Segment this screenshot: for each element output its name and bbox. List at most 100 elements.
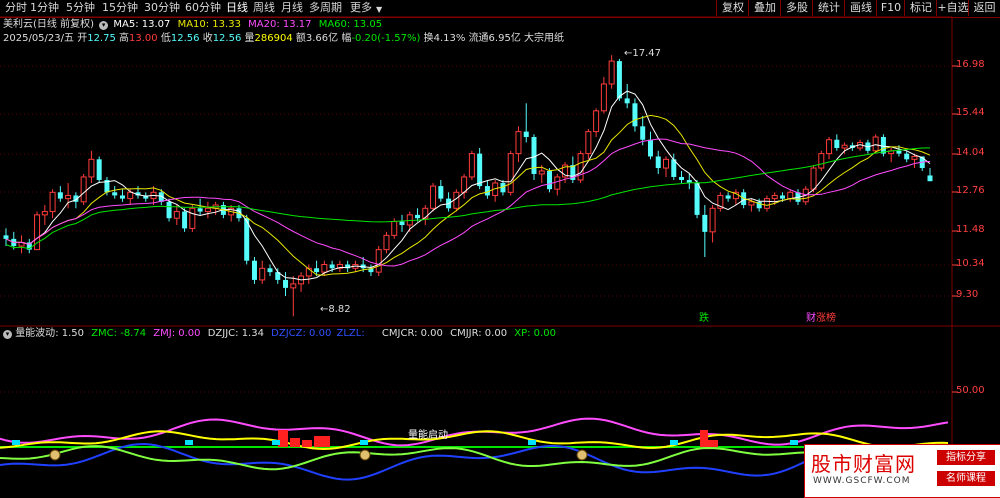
signal-marker	[670, 440, 678, 445]
candle-body	[725, 195, 731, 199]
candle-body	[251, 260, 257, 280]
candle-body	[314, 268, 320, 273]
candle-body	[259, 267, 266, 281]
signal-marker	[360, 440, 368, 445]
candle-body	[391, 221, 398, 236]
candle-body	[694, 183, 700, 215]
high-value: 13.00	[129, 33, 158, 44]
candle-body	[461, 176, 468, 193]
indicator-name: 量能波动	[15, 328, 56, 339]
ma10-value: MA10: 13.33	[177, 19, 241, 30]
candle-body	[57, 192, 63, 199]
close-value: 12.56	[212, 33, 242, 44]
signal-marker	[528, 440, 536, 445]
candle-body	[663, 158, 669, 169]
candle-body	[329, 264, 335, 269]
candle-body	[166, 201, 172, 219]
volume-bar	[302, 440, 312, 447]
signal-marker	[12, 440, 20, 445]
candle-body	[399, 221, 405, 225]
candle-body	[616, 61, 622, 99]
candle-body	[383, 234, 390, 251]
zmc-value: ZMC: -8.74	[91, 328, 147, 339]
candle-body	[3, 235, 9, 239]
candle-body	[112, 192, 118, 196]
zmj-value: ZMJ: 0.00	[153, 328, 201, 339]
candle-body	[415, 214, 421, 219]
ma20-value: MA20: 13.17	[248, 19, 312, 30]
candle-body	[468, 153, 475, 178]
candle-body	[779, 195, 785, 199]
candle-body	[679, 176, 685, 180]
close-label: 收	[202, 33, 213, 44]
candle-body	[577, 153, 584, 181]
candle-body	[375, 249, 382, 273]
indicator-header: ▾ 量能波动: 1.50 ZMC: -8.74 ZMJ: 0.00 DZJJC:…	[3, 328, 556, 340]
candle-body	[65, 194, 72, 200]
indicator-value: : 1.50	[55, 328, 85, 339]
ma5-line	[5, 90, 931, 281]
cmjcr-value: CMJCR: 0.00	[381, 328, 443, 339]
candle-body	[80, 176, 87, 203]
amount-value: 3.66亿	[305, 33, 339, 44]
indicator-settings-icon[interactable]: ▾	[3, 330, 12, 339]
candle-body	[173, 211, 180, 219]
candle-body	[430, 185, 437, 209]
vol-value: 286904	[254, 33, 293, 44]
candle-body	[283, 279, 289, 288]
stock-name: 美利云(日线 前复权)	[3, 19, 94, 30]
event-tag-drop[interactable]: 跌	[699, 313, 709, 325]
high-marker: ←17.47	[624, 48, 662, 59]
candle-body	[204, 207, 211, 213]
settings-icon[interactable]: ▾	[99, 21, 109, 30]
candle-body	[787, 191, 794, 200]
candle-body	[41, 211, 48, 216]
low-label: 低	[160, 33, 171, 44]
candle-body	[538, 170, 545, 175]
candle-body	[904, 153, 910, 160]
candle-body	[49, 191, 56, 213]
watermark-tag1: 指标分享	[937, 450, 995, 465]
candle-body	[523, 131, 529, 138]
quote-date: 2025/05/23/五	[3, 33, 75, 44]
candle-body	[841, 144, 848, 149]
change-label: 幅	[341, 33, 352, 44]
low-marker-value: 8.82	[328, 304, 351, 315]
candle-body	[189, 207, 196, 229]
candle-body	[197, 208, 203, 212]
candle-body	[438, 186, 444, 199]
money-bag-icon	[576, 449, 588, 461]
low-value: 12.56	[170, 33, 200, 44]
watermark-site: WWW.GSCFW.COM	[813, 476, 911, 486]
event-tag-gain[interactable]: 财涨榜	[806, 313, 836, 325]
watermark-tag2: 名师课程	[937, 471, 995, 486]
quote-info: 2025/05/23/五 开12.75 高13.00 低12.56 收12.56…	[3, 33, 564, 45]
candle-body	[826, 139, 833, 155]
price-tick: 11.48	[956, 224, 985, 235]
volume-bar	[700, 430, 708, 447]
candle-body	[911, 155, 918, 160]
candle-body	[896, 150, 902, 154]
candle-body	[422, 207, 429, 219]
candle-body	[748, 201, 755, 206]
signal-label: 量能启动	[408, 430, 448, 441]
ma20-line	[5, 138, 931, 267]
dzjjc-value: DZJJC: 1.34	[207, 328, 264, 339]
signal-marker	[272, 440, 280, 445]
kline-chart[interactable]	[0, 0, 1000, 496]
xp-value: XP: 0.00	[514, 328, 556, 339]
candle-body	[927, 175, 933, 182]
open-label: 开	[77, 33, 88, 44]
price-tick: 14.04	[956, 147, 985, 158]
signal-marker	[790, 440, 798, 445]
candle-body	[632, 103, 638, 127]
candle-body	[763, 198, 770, 209]
watermark-title: 股市财富网	[811, 452, 916, 476]
candle-body	[119, 195, 125, 199]
volume-bar	[290, 438, 300, 447]
candle-body	[810, 167, 817, 190]
high-label: 高	[119, 33, 130, 44]
candle-body	[771, 194, 778, 200]
turnover-value: 换4.13%	[423, 33, 466, 44]
amount-label: 额	[295, 33, 306, 44]
